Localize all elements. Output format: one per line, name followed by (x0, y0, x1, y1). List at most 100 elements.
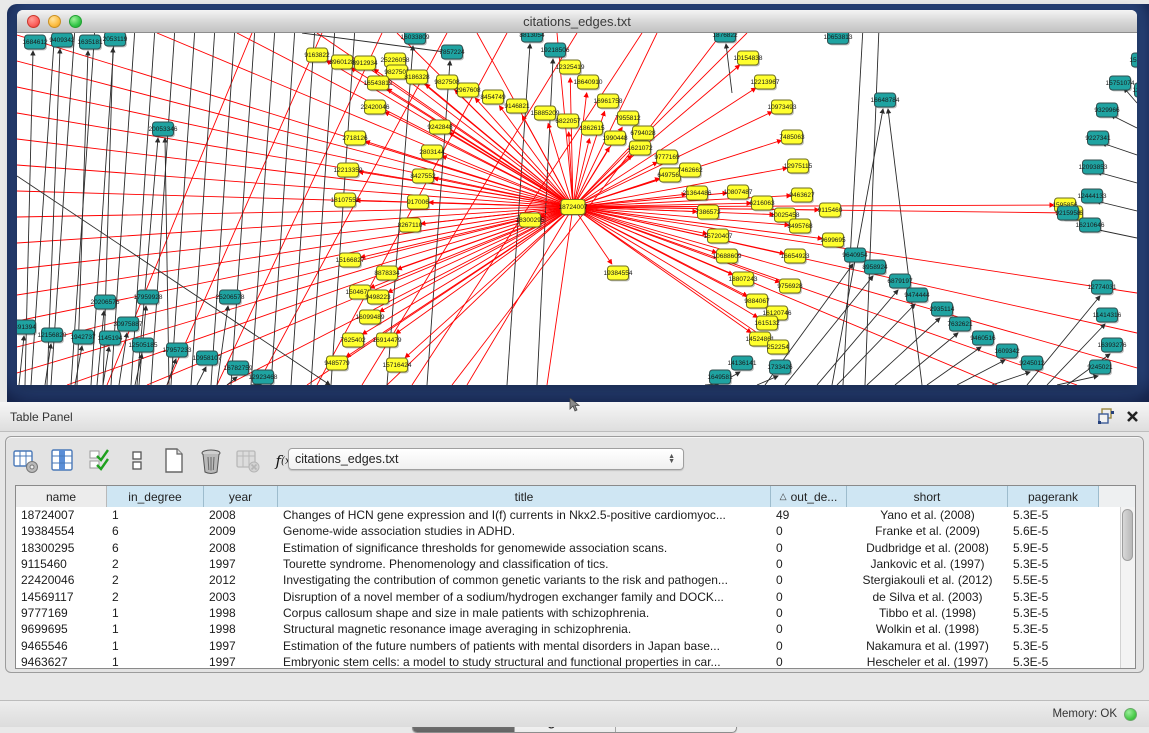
svg-text:16210646: 16210646 (1076, 222, 1105, 229)
table-row[interactable]: 969969511998Structural magnetic resonanc… (16, 621, 1120, 637)
svg-text:16099489: 16099489 (356, 314, 385, 321)
table-cell: 0 (771, 639, 847, 653)
scrollbar-thumb[interactable] (1122, 509, 1133, 561)
table-row[interactable]: 1830029562008Estimation of significance … (16, 540, 1120, 556)
table-cell: Changes of HCN gene expression and I(f) … (278, 508, 771, 522)
table-cell: 2 (107, 573, 204, 587)
svg-text:1942737: 1942737 (70, 334, 96, 341)
table-row[interactable]: 946554611997Estimation of the future num… (16, 637, 1120, 653)
column-header-title[interactable]: title (278, 486, 771, 507)
table-row[interactable]: 911546021997Tourette syndrome. Phenomeno… (16, 556, 1120, 572)
table-cell: 2008 (204, 541, 278, 555)
svg-text:10688609: 10688609 (713, 253, 742, 260)
table-row[interactable]: 977716911998Corpus callosum shape and si… (16, 605, 1120, 621)
svg-text:15166827: 15166827 (336, 257, 365, 264)
row-visibility-icon[interactable] (123, 447, 151, 475)
table-row[interactable]: 2242004622012Investigating the contribut… (16, 572, 1120, 588)
svg-text:7462662: 7462662 (677, 167, 703, 174)
table-cell: 2 (107, 557, 204, 571)
delete-attribute-icon[interactable] (197, 447, 225, 475)
table-settings-icon[interactable] (12, 447, 40, 475)
memory-ok-indicator (1124, 708, 1137, 721)
zoom-window-button[interactable] (69, 15, 82, 28)
table-cell: 1997 (204, 639, 278, 653)
table-cell: 22420046 (16, 573, 107, 587)
table-cell: 1 (107, 655, 204, 669)
delete-table-icon[interactable] (234, 447, 262, 475)
svg-text:12156829: 12156829 (38, 332, 67, 339)
svg-text:18724007: 18724007 (559, 204, 588, 211)
node-table: namein_degreeyeartitle△out_de...shortpag… (15, 485, 1136, 669)
svg-text:18640910: 18640910 (574, 79, 603, 86)
table-cell: 6 (107, 524, 204, 538)
svg-text:8267110: 8267110 (398, 222, 423, 229)
svg-text:9163822: 9163822 (304, 52, 330, 59)
table-cell: 0 (771, 541, 847, 555)
table-row[interactable]: 946362711997Embryonic stem cells: a mode… (16, 654, 1120, 669)
svg-text:7485063: 7485063 (779, 134, 805, 141)
float-panel-icon[interactable] (1098, 408, 1114, 429)
svg-text:16648784: 16648784 (871, 97, 900, 104)
svg-text:9329966: 9329966 (1094, 107, 1120, 114)
table-selector[interactable]: citations_edges.txt ▲▼ (288, 448, 684, 470)
column-header-year[interactable]: year (204, 486, 278, 507)
svg-text:16961758: 16961758 (594, 98, 623, 105)
table-cell: 2008 (204, 508, 278, 522)
svg-text:1684612: 1684612 (22, 39, 48, 46)
column-header-in_degree[interactable]: in_degree (107, 486, 204, 507)
svg-text:2053119: 2053119 (103, 36, 128, 43)
svg-text:9640954: 9640954 (842, 252, 868, 259)
svg-text:18807243: 18807243 (729, 276, 758, 283)
show-columns-icon[interactable] (49, 447, 77, 475)
svg-text:6794028: 6794028 (630, 130, 656, 137)
status-bar: Memory: OK (0, 700, 1149, 727)
table-cell: Investigating the contribution of common… (278, 573, 771, 587)
select-all-icon[interactable] (86, 447, 114, 475)
svg-text:7857224: 7857224 (439, 49, 465, 56)
table-cell: 2003 (204, 590, 278, 604)
table-cell: 5.3E-5 (1008, 557, 1099, 571)
new-table-icon[interactable] (160, 447, 188, 475)
minimize-window-button[interactable] (48, 15, 61, 28)
svg-text:1635181: 1635181 (77, 39, 103, 46)
table-row[interactable]: 1872400712008Changes of HCN gene express… (16, 507, 1120, 523)
network-window[interactable]: citations_edges.txt 91638228960128891293… (17, 10, 1137, 385)
table-row[interactable]: 1456911722003Disruption of a novel membe… (16, 588, 1120, 604)
column-header-short[interactable]: short (847, 486, 1008, 507)
column-header-pagerank[interactable]: pagerank (1008, 486, 1099, 507)
svg-text:9777169: 9777169 (654, 154, 680, 161)
table-cell: de Silva et al. (2003) (847, 590, 1008, 604)
table-cell: 5.3E-5 (1008, 508, 1099, 522)
column-header-out_de[interactable]: △out_de... (771, 486, 847, 507)
table-cell: 9699695 (16, 622, 107, 636)
table-cell: 5.9E-5 (1008, 541, 1099, 555)
svg-text:1615132: 1615132 (754, 320, 780, 327)
svg-text:6216063: 6216063 (749, 200, 775, 207)
table-browser: f(x) citations_edges.txt ▲▼ namein_degre… (5, 436, 1144, 673)
network-view[interactable]: 9163822896012889129342522605898275051654… (17, 33, 1137, 385)
table-cell: 0 (771, 573, 847, 587)
close-window-button[interactable] (27, 15, 40, 28)
svg-text:1145194: 1145194 (98, 335, 123, 342)
close-panel-icon[interactable] (1126, 410, 1139, 428)
svg-text:1733426: 1733426 (767, 364, 793, 371)
svg-text:10154838: 10154838 (734, 55, 763, 62)
table-cell: Estimation of significance thresholds fo… (278, 541, 771, 555)
svg-text:917006: 917006 (407, 199, 429, 206)
svg-text:2935114: 2935114 (930, 306, 955, 313)
mouse-cursor (569, 398, 581, 417)
table-cell: 5.3E-5 (1008, 639, 1099, 653)
svg-text:8878334: 8878334 (374, 270, 400, 277)
svg-text:10973493: 10973493 (768, 104, 797, 111)
svg-text:11414316: 11414316 (1093, 312, 1122, 319)
svg-text:18300295: 18300295 (516, 217, 545, 224)
table-cell: 9465546 (16, 639, 107, 653)
svg-text:1876822: 1876822 (712, 33, 738, 39)
svg-text:9245021: 9245021 (1087, 364, 1113, 371)
svg-text:1609342: 1609342 (994, 348, 1020, 355)
vertical-scrollbar[interactable] (1120, 507, 1135, 668)
table-cell: Wolkin et al. (1998) (847, 622, 1008, 636)
column-header-name[interactable]: name (16, 486, 107, 507)
table-row[interactable]: 1938455462009Genome-wide association stu… (16, 523, 1120, 539)
window-titlebar[interactable]: citations_edges.txt (17, 10, 1137, 33)
